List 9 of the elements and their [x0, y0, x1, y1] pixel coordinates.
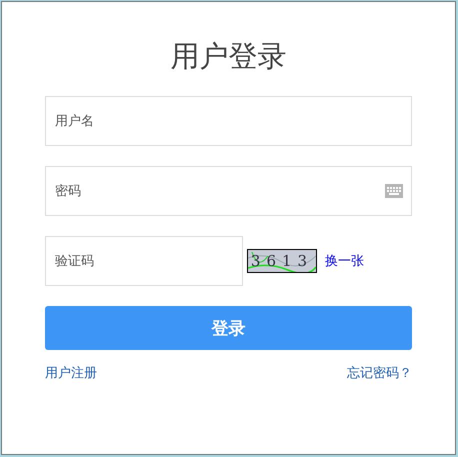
register-link[interactable]: 用户注册 [45, 364, 97, 382]
keyboard-icon[interactable] [385, 184, 403, 198]
captcha-image: 3613 [247, 249, 317, 273]
captcha-field[interactable]: 验证码 [45, 236, 243, 286]
login-title: 用户登录 [170, 38, 288, 75]
input-field[interactable]: 密码 [45, 166, 412, 216]
forgot-password-link[interactable]: 忘记密码？ [347, 364, 412, 382]
input-field[interactable]: 用户名 [45, 96, 412, 146]
refresh-captcha-link[interactable]: 换一张 [325, 252, 364, 270]
